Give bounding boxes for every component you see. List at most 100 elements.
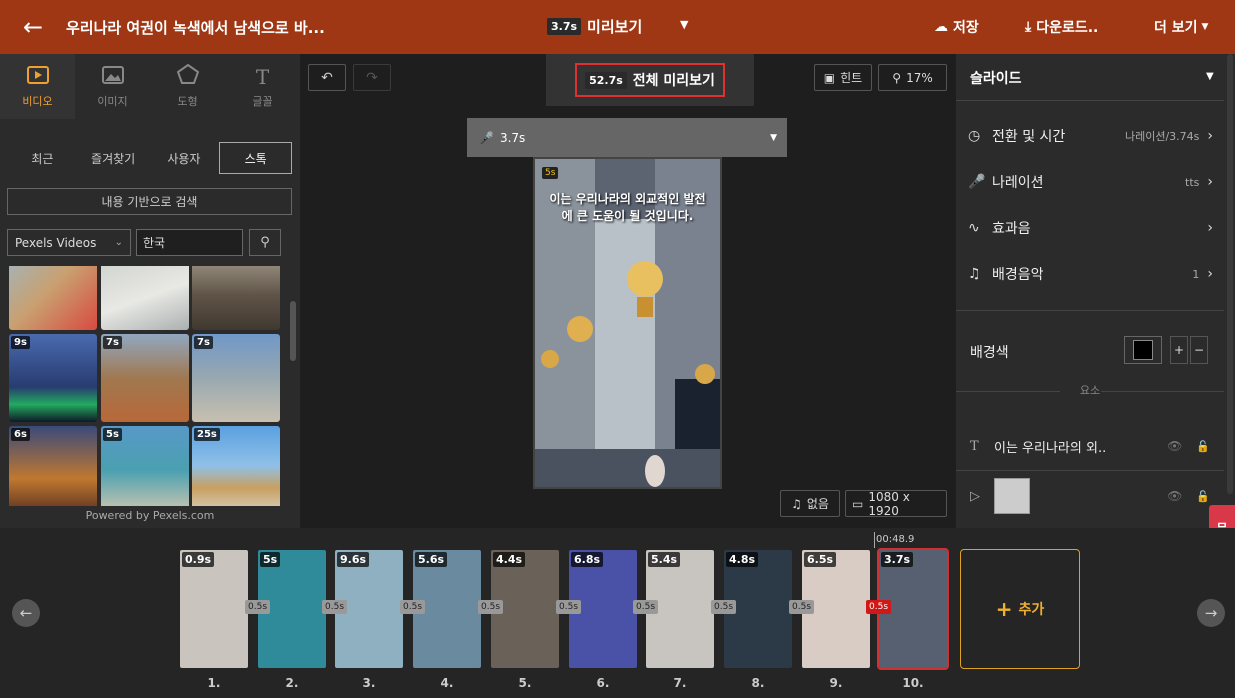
chevron-down-icon: ⌄: [114, 237, 123, 248]
hint-button[interactable]: ▣ 힌트: [814, 64, 872, 91]
eye-icon[interactable]: 👁: [1167, 439, 1182, 453]
transition-badge[interactable]: 0.5s: [245, 600, 271, 614]
add-color-button[interactable]: +: [1170, 336, 1188, 364]
tab-shape[interactable]: 도형: [150, 54, 225, 119]
scrollbar-thumb[interactable]: [1227, 54, 1233, 494]
full-preview-button[interactable]: 52.7s 전체 미리보기: [575, 63, 725, 97]
element-row-text[interactable]: T 이는 우리나라의 외.. 👁 🔓: [970, 428, 1210, 464]
element-row-video[interactable]: ▷ 👁 🔓: [970, 478, 1210, 514]
stock-thumbnail[interactable]: 9s: [9, 334, 97, 422]
lock-icon[interactable]: 🔓: [1196, 490, 1210, 503]
category-tabs: 최근 즐겨찾기 사용자 스톡: [7, 142, 292, 174]
redo-button[interactable]: ↷: [353, 64, 391, 91]
powered-by-text[interactable]: Powered by Pexels.com: [0, 509, 300, 522]
content-search-button[interactable]: 내용 기반으로 검색: [7, 188, 292, 215]
tab-stock[interactable]: 스톡: [219, 142, 292, 174]
stock-thumbnail[interactable]: 6s: [9, 426, 97, 506]
search-input[interactable]: [136, 229, 243, 256]
tab-favorites[interactable]: 즐겨찾기: [78, 142, 149, 174]
transition-badge[interactable]: 0.5s: [478, 600, 504, 614]
slide-canvas[interactable]: 5s 이는 우리나라의 외교적인 발전에 큰 도움이 될 것입니다.: [533, 157, 722, 489]
zoom-button[interactable]: ⚲ 17%: [878, 64, 947, 91]
preview-label: 미리보기: [587, 18, 643, 36]
transition-badge[interactable]: 0.5s: [789, 600, 815, 614]
tab-user[interactable]: 사용자: [149, 142, 220, 174]
transition-badge[interactable]: 0.5s: [322, 600, 348, 614]
slide-sound-badge: 5s: [542, 167, 559, 179]
eye-icon[interactable]: 👁: [1167, 489, 1182, 503]
stock-thumbnail[interactable]: 25s: [192, 426, 280, 506]
divider: [956, 470, 1224, 471]
slide-duration: 5.4s: [648, 552, 681, 567]
media-panel: 비디오 이미지 도형 T 글꼴 최근 즐겨찾기 사용자 스톡 내용 기반으로 검…: [0, 54, 300, 528]
arrow-right-icon[interactable]: →: [1197, 599, 1225, 627]
remove-color-button[interactable]: −: [1190, 336, 1208, 364]
stock-thumbnail[interactable]: [101, 266, 189, 330]
music-note-icon: ♫: [791, 496, 802, 511]
hint-icon: ▣: [823, 70, 836, 85]
properties-scrollbar[interactable]: [1226, 54, 1235, 528]
stock-thumbnail[interactable]: [9, 266, 97, 330]
tab-recent[interactable]: 최근: [7, 142, 78, 174]
tab-video[interactable]: 비디오: [0, 54, 75, 119]
tab-image[interactable]: 이미지: [75, 54, 150, 119]
hint-label: 힌트: [840, 71, 863, 85]
redo-icon: ↷: [366, 69, 378, 86]
preview-duration-badge: 3.7s: [547, 18, 582, 35]
cloud-upload-icon: ☁: [934, 19, 948, 35]
chevron-down-icon[interactable]: ▼: [680, 18, 688, 31]
properties-panel: 슬라이드 ▼ ◷ 전환 및 시간 나레이션/3.74s › 🎤 나레이션 tts…: [956, 54, 1235, 528]
more-button[interactable]: 더 보기 ▼: [1154, 17, 1208, 37]
waveform-icon: ∿: [968, 220, 980, 236]
narration-row[interactable]: 🎤 나레이션 tts ›: [968, 170, 1213, 194]
save-button[interactable]: ☁ 저장: [934, 17, 979, 37]
back-arrow-icon[interactable]: ←: [0, 0, 66, 54]
panel-heading[interactable]: 슬라이드: [970, 68, 1022, 88]
playhead[interactable]: [874, 532, 875, 548]
slide-caption-text[interactable]: 이는 우리나라의 외교적인 발전에 큰 도움이 될 것입니다.: [545, 191, 710, 225]
stock-thumbnail[interactable]: 7s: [101, 334, 189, 422]
chevron-down-icon[interactable]: ▼: [1206, 71, 1214, 82]
slide-duration: 0.9s: [182, 552, 215, 567]
transition-badge[interactable]: 0.5s: [400, 600, 426, 614]
stock-thumbnail[interactable]: [192, 266, 280, 330]
lock-icon[interactable]: 🔓: [1196, 440, 1210, 453]
transition-badge[interactable]: 0.5s: [633, 600, 659, 614]
chevron-down-icon: ▼: [1201, 22, 1209, 32]
transition-badge[interactable]: 0.5s: [711, 600, 737, 614]
stock-thumbnail[interactable]: 5s: [101, 426, 189, 506]
video-play-icon: ▷: [970, 488, 980, 504]
narration-selector[interactable]: 🎤 3.7s ▼: [467, 118, 787, 157]
transition-badge[interactable]: 0.5s: [866, 600, 892, 614]
transition-time-row[interactable]: ◷ 전환 및 시간 나레이션/3.74s ›: [968, 124, 1213, 148]
slide-number: 5.: [518, 676, 532, 690]
scrollbar-thumb[interactable]: [290, 301, 296, 361]
search-icon[interactable]: ⚲: [249, 229, 281, 256]
background-music-button[interactable]: ♫ 없음: [780, 490, 840, 517]
background-color-swatch[interactable]: [1124, 336, 1162, 364]
editor-canvas-area: ↶ ↷ 52.7s 전체 미리보기 ▣ 힌트 ⚲ 17% 🎤 3.7s ▼ 5s…: [300, 54, 956, 528]
row-label: 배경음악: [992, 267, 1044, 283]
add-slide-button[interactable]: + 추가: [960, 549, 1080, 669]
zoom-value: 17%: [906, 70, 933, 85]
project-title[interactable]: 우리나라 여권이 녹색에서 남색으로 바...: [66, 17, 396, 38]
provider-dropdown[interactable]: Pexels Videos ⌄: [7, 229, 131, 256]
thumbnail-duration: 6s: [11, 428, 30, 441]
download-button[interactable]: ⤓ 다운로드..: [1025, 17, 1098, 37]
transition-badge[interactable]: 0.5s: [556, 600, 582, 614]
magnifier-icon: ⚲: [892, 70, 902, 85]
slide-thumbnail[interactable]: 0.9s: [180, 550, 248, 668]
thumbnail-duration: 9s: [11, 336, 30, 349]
resolution-button[interactable]: ▭ 1080 x 1920: [845, 489, 947, 518]
resolution-value: 1080 x 1920: [868, 489, 910, 518]
sound-effect-row[interactable]: ∿ 효과음 ›: [968, 216, 1213, 240]
undo-button[interactable]: ↶: [308, 64, 346, 91]
background-music-row[interactable]: ♫ 배경음악 1 ›: [968, 262, 1213, 286]
arrow-left-icon[interactable]: ←: [12, 599, 40, 627]
tab-font[interactable]: T 글꼴: [225, 54, 300, 119]
preview-button[interactable]: 3.7s 미리보기: [547, 16, 642, 37]
clock-icon: ◷: [968, 128, 981, 144]
stock-thumbnail[interactable]: 7s: [192, 334, 280, 422]
thumbnail-scrollbar[interactable]: [289, 266, 297, 506]
thumbnail-duration: 7s: [194, 336, 213, 349]
